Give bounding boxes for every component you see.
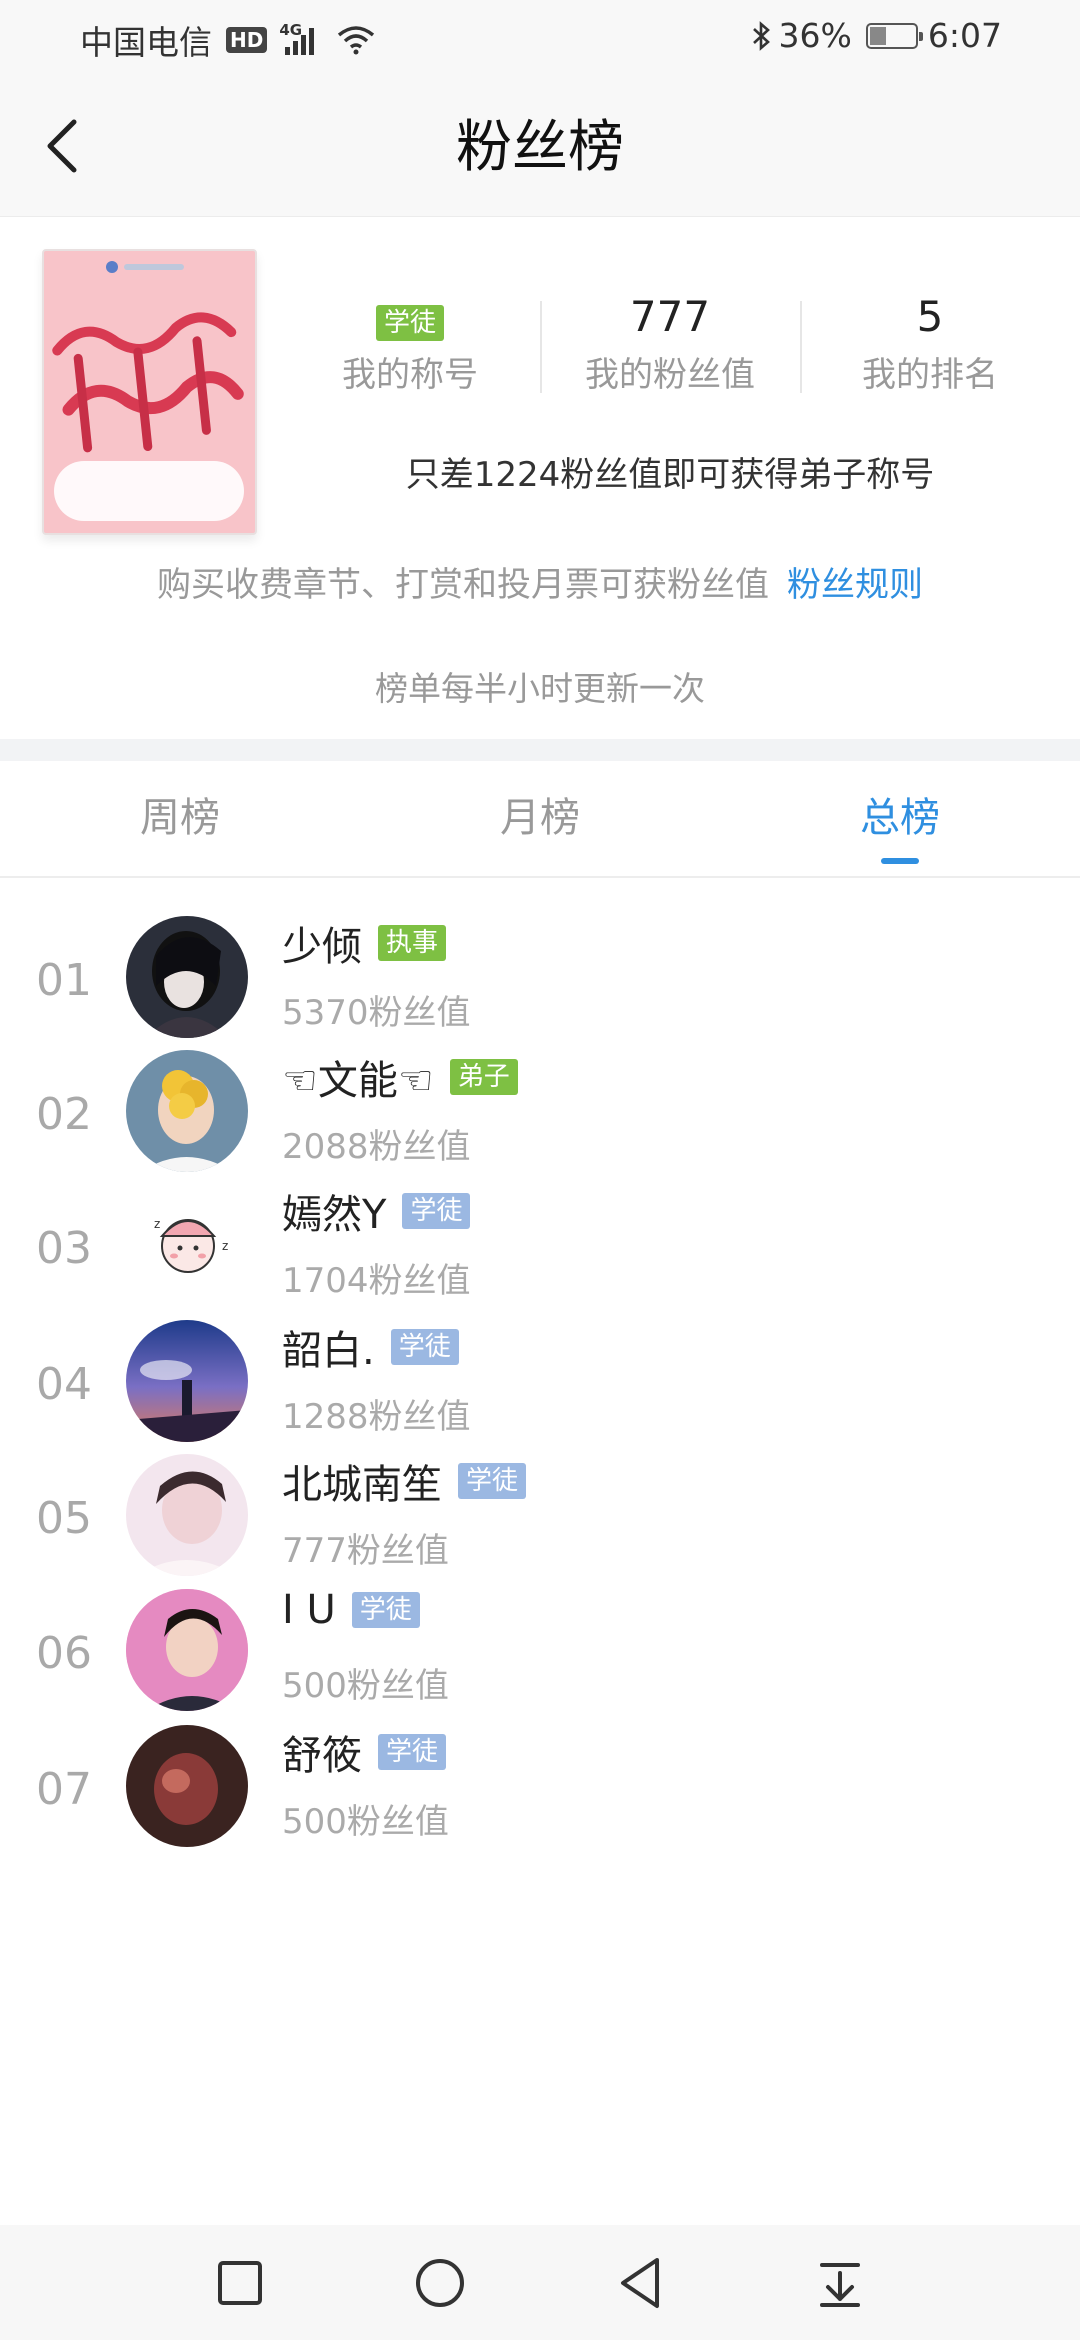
triangle-back-icon bbox=[621, 2257, 659, 2308]
circle-icon bbox=[416, 2258, 464, 2307]
my-stats: 学徒 我的称号 777 我的粉丝值 5 我的排名 bbox=[280, 289, 1060, 409]
fan-name[interactable]: 北城南笙 bbox=[282, 1452, 442, 1510]
rank-number: 07 bbox=[36, 1764, 92, 1815]
my-fan-card: 学徒 我的称号 777 我的粉丝值 5 我的排名 只差1224粉丝值即可获得弟子… bbox=[0, 217, 1080, 739]
battery-percent: 36% bbox=[778, 16, 852, 55]
fan-value: 500粉丝值 bbox=[282, 1802, 449, 1842]
my-title-stat: 学徒 我的称号 bbox=[280, 289, 540, 409]
fan-name[interactable]: 少倾 bbox=[282, 914, 362, 972]
update-frequency-note: 榜单每半小时更新一次 bbox=[375, 669, 705, 708]
my-fans-label: 我的粉丝值 bbox=[585, 355, 755, 395]
cover-title-art bbox=[44, 301, 255, 481]
pull-down-icon bbox=[820, 2262, 860, 2307]
fan-ranking-list[interactable]: 01 少倾 执事 5370粉丝值 02 ☜文能☜ 弟子 2088粉丝值 03 z… bbox=[0, 880, 1080, 2225]
fan-name[interactable]: 舒筱 bbox=[282, 1723, 362, 1781]
rank-number: 03 bbox=[36, 1223, 92, 1274]
wifi-icon bbox=[338, 26, 375, 55]
my-rank-label: 我的排名 bbox=[862, 355, 998, 395]
avatar[interactable] bbox=[126, 1725, 248, 1847]
my-fans-stat: 777 我的粉丝值 bbox=[540, 289, 800, 409]
fan-rule-text: 购买收费章节、打赏和投月票可获粉丝值 bbox=[157, 565, 769, 605]
bluetooth-icon bbox=[752, 20, 770, 51]
svg-text:z: z bbox=[222, 1239, 228, 1253]
ranking-row[interactable]: 07 舒筱 学徒 500粉丝值 bbox=[0, 1689, 1080, 1889]
name-line: ☜文能☜ 弟子 bbox=[282, 1048, 518, 1106]
svg-text:z: z bbox=[154, 1217, 160, 1231]
fan-name[interactable]: I U bbox=[282, 1587, 336, 1633]
my-title-label: 我的称号 bbox=[342, 355, 478, 395]
hd-badge: HD bbox=[226, 27, 268, 53]
title-badge: 弟子 bbox=[449, 1059, 518, 1095]
status-left: 中国电信 HD 4G bbox=[80, 16, 375, 64]
tab-weekly[interactable]: 周榜 bbox=[0, 761, 360, 876]
name-line: 嫣然Y 学徒 bbox=[282, 1182, 471, 1240]
title-badge: 学徒 bbox=[458, 1463, 527, 1499]
system-back-button[interactable] bbox=[610, 2253, 670, 2313]
next-title-hint: 只差1224粉丝值即可获得弟子称号 bbox=[405, 455, 935, 495]
name-line: I U 学徒 bbox=[282, 1587, 420, 1633]
battery-icon bbox=[865, 22, 923, 49]
cover-cloud bbox=[54, 461, 244, 521]
section-divider bbox=[0, 739, 1080, 761]
fan-name[interactable]: 韶白. bbox=[282, 1318, 375, 1376]
notification-pull-button[interactable] bbox=[810, 2253, 870, 2313]
book-cover[interactable] bbox=[42, 249, 257, 535]
name-line: 北城南笙 学徒 bbox=[282, 1452, 527, 1510]
signal-icon: 4G bbox=[279, 21, 319, 57]
title-badge: 学徒 bbox=[390, 1329, 459, 1365]
fan-name[interactable]: ☜文能☜ bbox=[282, 1048, 434, 1106]
page-title: 粉丝榜 bbox=[456, 115, 624, 180]
recents-button[interactable] bbox=[210, 2253, 270, 2313]
my-rank-stat: 5 我的排名 bbox=[800, 289, 1060, 409]
name-line: 舒筱 学徒 bbox=[282, 1723, 447, 1781]
rank-number: 06 bbox=[36, 1628, 92, 1679]
navigation-bar: 粉丝榜 bbox=[0, 72, 1080, 217]
my-rank-value: 5 bbox=[916, 292, 944, 341]
status-right: 36% 6:07 bbox=[749, 16, 1002, 55]
fan-rules-link[interactable]: 粉丝规则 bbox=[787, 565, 923, 605]
clock: 6:07 bbox=[927, 16, 1002, 55]
title-badge: 学徒 bbox=[402, 1193, 471, 1229]
fan-rule-line: 购买收费章节、打赏和投月票可获粉丝值 粉丝规则 bbox=[0, 557, 1080, 606]
title-badge: 执事 bbox=[378, 925, 447, 961]
status-bar: 中国电信 HD 4G 36% 6:07 bbox=[0, 0, 1080, 72]
tab-monthly[interactable]: 月榜 bbox=[360, 761, 720, 876]
square-icon bbox=[218, 2260, 262, 2305]
my-fans-value: 777 bbox=[629, 292, 711, 341]
rank-number: 05 bbox=[36, 1493, 92, 1544]
tab-total[interactable]: 总榜 bbox=[720, 761, 1080, 876]
rank-number: 04 bbox=[36, 1359, 92, 1410]
title-badge: 学徒 bbox=[378, 1734, 447, 1770]
rank-number: 01 bbox=[36, 955, 92, 1006]
ranking-tabs: 周榜 月榜 总榜 bbox=[0, 761, 1080, 878]
name-line: 少倾 执事 bbox=[282, 914, 447, 972]
fan-name[interactable]: 嫣然Y bbox=[282, 1182, 386, 1240]
name-line: 韶白. 学徒 bbox=[282, 1318, 459, 1376]
publisher-logo bbox=[106, 261, 184, 273]
rank-number: 02 bbox=[36, 1089, 92, 1140]
carrier-label: 中国电信 bbox=[80, 23, 212, 62]
home-button[interactable] bbox=[410, 2253, 470, 2313]
system-navigation-bar bbox=[0, 2225, 1080, 2340]
my-title-badge: 学徒 bbox=[375, 305, 444, 341]
title-badge: 学徒 bbox=[351, 1592, 420, 1628]
